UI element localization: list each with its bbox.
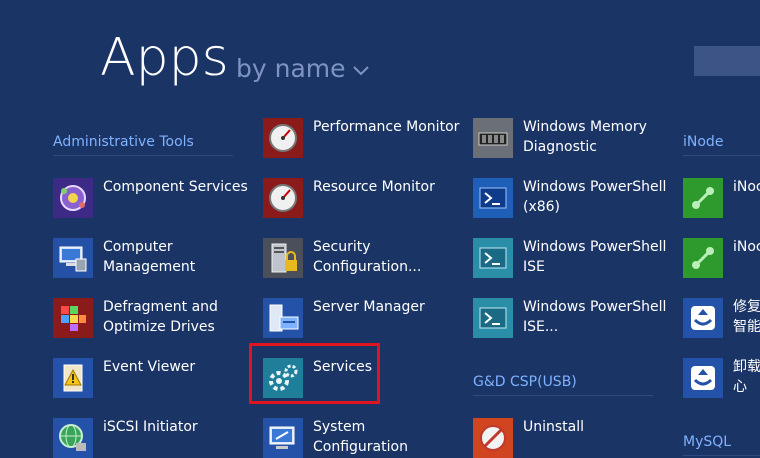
uninstall-icon [473,418,513,458]
app-label: Server Manager [313,299,425,315]
app-tile-defragment[interactable]: Defragment and Optimize Drives [53,298,253,338]
app-label: Defragment and Optimize Drives [103,299,218,335]
app-label: Security Configuration... [313,239,422,275]
server-manager-icon [263,298,303,338]
app-tile-security-configuration[interactable]: Security Configuration... [263,238,463,278]
performance-monitor-icon [263,118,303,158]
group-header-inode[interactable]: iNode [683,134,760,156]
app-tile-windows-powershell-ise[interactable]: Windows PowerShell ISE [473,238,673,278]
iscsi-globe-icon [53,418,93,458]
memory-diagnostic-icon [473,118,513,158]
app-label: iNoc [733,179,760,195]
app-tile-system-configuration[interactable]: System Configuration [263,418,463,458]
app-tile-windows-powershell-x86[interactable]: Windows PowerShell (x86) [473,178,673,218]
uninstall-cn-icon [683,358,723,398]
event-viewer-icon [53,358,93,398]
app-tile-component-services[interactable]: Component Services [53,178,253,218]
app-label: 修复智能 [733,299,760,335]
app-tile-uninstall[interactable]: Uninstall [473,418,673,458]
app-label: iNoc [733,239,760,255]
app-label: Computer Management [103,239,196,275]
app-label: System Configuration [313,419,408,455]
powershell-ise-icon [473,238,513,278]
computer-management-icon [53,238,93,278]
powershell-icon [473,178,513,218]
search-box[interactable] [694,46,760,76]
app-label: Component Services [103,179,248,195]
sort-label: by name [236,54,346,83]
app-label: Performance Monitor [313,119,460,135]
group-header-administrative-tools[interactable]: Administrative Tools [53,134,233,156]
group-header-gd-csp[interactable]: G&D CSP(USB) [473,374,653,396]
security-configuration-icon [263,238,303,278]
inode-icon [683,238,723,278]
system-configuration-icon [263,418,303,458]
selection-highlight [249,343,380,404]
inode-icon [683,178,723,218]
app-tile-performance-monitor[interactable]: Performance Monitor [263,118,463,158]
app-label: Resource Monitor [313,179,435,195]
resource-monitor-icon [263,178,303,218]
app-tile-event-viewer[interactable]: Event Viewer [53,358,253,398]
app-label: Windows PowerShell ISE [523,239,667,275]
app-tile-windows-memory-diagnostic[interactable]: Windows Memory Diagnostic [473,118,673,158]
sort-by-name-dropdown[interactable]: by name [236,54,370,83]
app-tile-iscsi-initiator[interactable]: iSCSI Initiator [53,418,253,458]
app-tile-inode-2[interactable]: iNoc [683,238,760,278]
app-tile-repair[interactable]: 修复智能 [683,298,760,338]
app-tile-computer-management[interactable]: Computer Management [53,238,253,278]
app-tile-inode-1[interactable]: iNoc [683,178,760,218]
group-header-mysql[interactable]: MySQL [683,434,760,456]
app-label: Windows PowerShell (x86) [523,179,667,215]
app-tile-windows-powershell-ise-x86[interactable]: Windows PowerShell ISE... [473,298,673,338]
app-label: 卸载心 [733,359,760,395]
app-label: Windows PowerShell ISE... [523,299,667,335]
repair-icon [683,298,723,338]
chevron-down-icon [352,65,369,75]
defragment-icon [53,298,93,338]
app-tile-server-manager[interactable]: Server Manager [263,298,463,338]
powershell-ise-x86-icon [473,298,513,338]
component-services-icon [53,178,93,218]
app-label: Event Viewer [103,359,196,375]
app-tile-resource-monitor[interactable]: Resource Monitor [263,178,463,218]
app-tile-uninstall-cn[interactable]: 卸载心 [683,358,760,398]
app-label: Uninstall [523,419,585,435]
app-label: iSCSI Initiator [103,419,198,435]
apps-title: Apps [100,28,229,88]
app-label: Windows Memory Diagnostic [523,119,647,155]
